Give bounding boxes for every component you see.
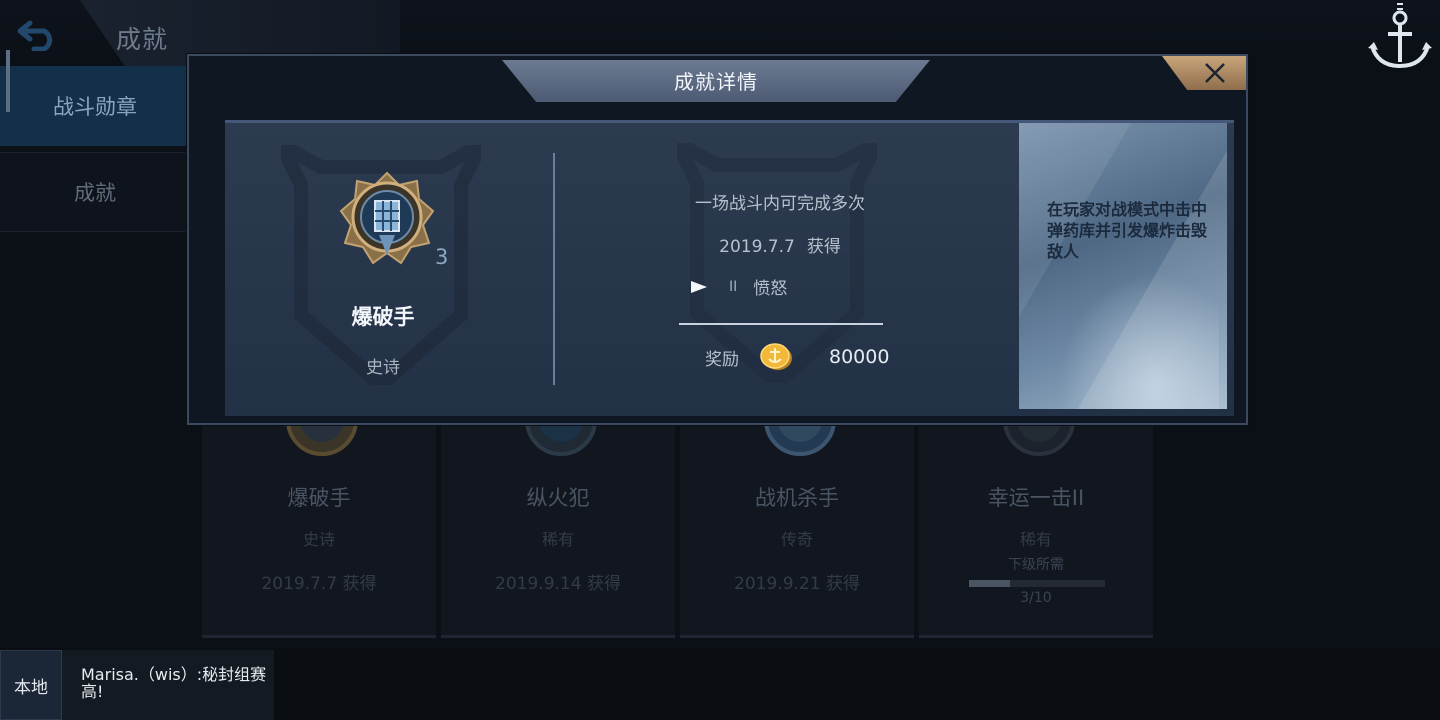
- gold-coin-icon: [760, 343, 792, 370]
- achievement-rarity: 史诗: [366, 358, 400, 378]
- details-panel: 一场战斗内可完成多次 2019.7.7 获得 II 愤怒 奖励 80000: [555, 123, 1015, 419]
- sidebar-item-battle-medals[interactable]: 战斗勋章: [0, 50, 190, 146]
- medal-icon: [999, 420, 1079, 460]
- sidebar: 战斗勋章 成就: [0, 50, 190, 648]
- card-date: 2019.9.21 获得: [734, 574, 860, 594]
- back-arrow-icon: [17, 20, 53, 51]
- achievement-name: 爆破手: [351, 305, 415, 329]
- achievement-card[interactable]: 战机杀手 传奇 2019.9.21 获得: [680, 420, 914, 638]
- card-rarity: 传奇: [780, 530, 813, 549]
- progress-bar-fill: [969, 580, 1010, 587]
- next-level-label: 下级所需: [1008, 557, 1064, 573]
- level-name: 愤怒: [753, 279, 788, 299]
- achievement-grid: 爆破手 史诗 2019.7.7 获得 纵火犯 稀有 2019.9.14 获得 战…: [198, 420, 1156, 644]
- date-suffix: 获得: [806, 237, 841, 257]
- sidebar-item-label: 成就: [74, 181, 116, 205]
- medal-icon: [282, 420, 362, 460]
- date-value: 2019.7.7: [719, 237, 795, 257]
- anchor-icon: [1368, 3, 1432, 69]
- medal-count: 3: [435, 245, 449, 269]
- close-icon: [1205, 63, 1225, 83]
- sidebar-item-label: 战斗勋章: [53, 95, 137, 119]
- level-row: II 愤怒: [689, 274, 787, 299]
- modal-body: 3 爆破手 史诗 一场战斗内可完成多次 2019.7.7 获得 II 愤怒 奖励…: [225, 120, 1234, 416]
- achievement-card[interactable]: 幸运一击II 稀有 下级所需 3/10: [919, 420, 1153, 638]
- reward-label: 奖励: [705, 349, 739, 370]
- page-title: 成就: [116, 25, 169, 54]
- card-date: 2019.9.14 获得: [495, 574, 621, 594]
- card-rarity: 稀有: [1019, 530, 1052, 549]
- medal-icon: [760, 420, 840, 460]
- card-rarity: 史诗: [302, 530, 335, 549]
- reward-amount: 80000: [829, 346, 890, 368]
- progress-bar: [969, 580, 1105, 587]
- reward-row: 奖励 80000: [705, 343, 889, 371]
- achievement-detail-modal: 成就详情 3 爆破手 史诗 一场战斗内可完成多次 2019.7.7 获得 II …: [187, 54, 1248, 425]
- medal-icon: [521, 420, 601, 460]
- achievement-card[interactable]: 纵火犯 稀有 2019.9.14 获得: [441, 420, 675, 638]
- card-name: 纵火犯: [526, 486, 590, 510]
- card-rarity: 稀有: [541, 530, 574, 549]
- achievement-description: 一场战斗内可完成多次: [695, 194, 865, 214]
- progress-text: 3/10: [1020, 590, 1052, 606]
- anchor-button[interactable]: [1364, 0, 1436, 74]
- flag-icon: [691, 280, 707, 293]
- hint-panel: 在玩家对战模式中击中弹药库并引发爆炸击毁敌人: [1019, 123, 1227, 409]
- medal-panel: 3 爆破手 史诗: [225, 123, 553, 419]
- achievement-card[interactable]: 爆破手 史诗 2019.7.7 获得: [202, 420, 436, 638]
- card-name: 幸运一击II: [987, 486, 1085, 510]
- level-numeral: II: [729, 278, 738, 295]
- chat-channel-button[interactable]: 本地: [0, 650, 62, 720]
- modal-title: 成就详情: [674, 70, 758, 94]
- close-button[interactable]: [1162, 56, 1246, 90]
- obtained-date: 2019.7.7 获得: [555, 232, 1005, 257]
- card-name: 战机杀手: [755, 486, 839, 510]
- demolition-medal-icon: [339, 171, 435, 265]
- horizontal-divider: [679, 323, 883, 325]
- card-name: 爆破手: [287, 486, 351, 510]
- hint-text: 在玩家对战模式中击中弹药库并引发爆炸击毁敌人: [1047, 200, 1208, 261]
- chat-message[interactable]: Marisa.（wis）:秘封组赛高!: [62, 650, 274, 720]
- card-date: 2019.7.7 获得: [261, 574, 377, 594]
- back-button[interactable]: [14, 14, 62, 54]
- sidebar-item-achievements[interactable]: 成就: [0, 152, 190, 232]
